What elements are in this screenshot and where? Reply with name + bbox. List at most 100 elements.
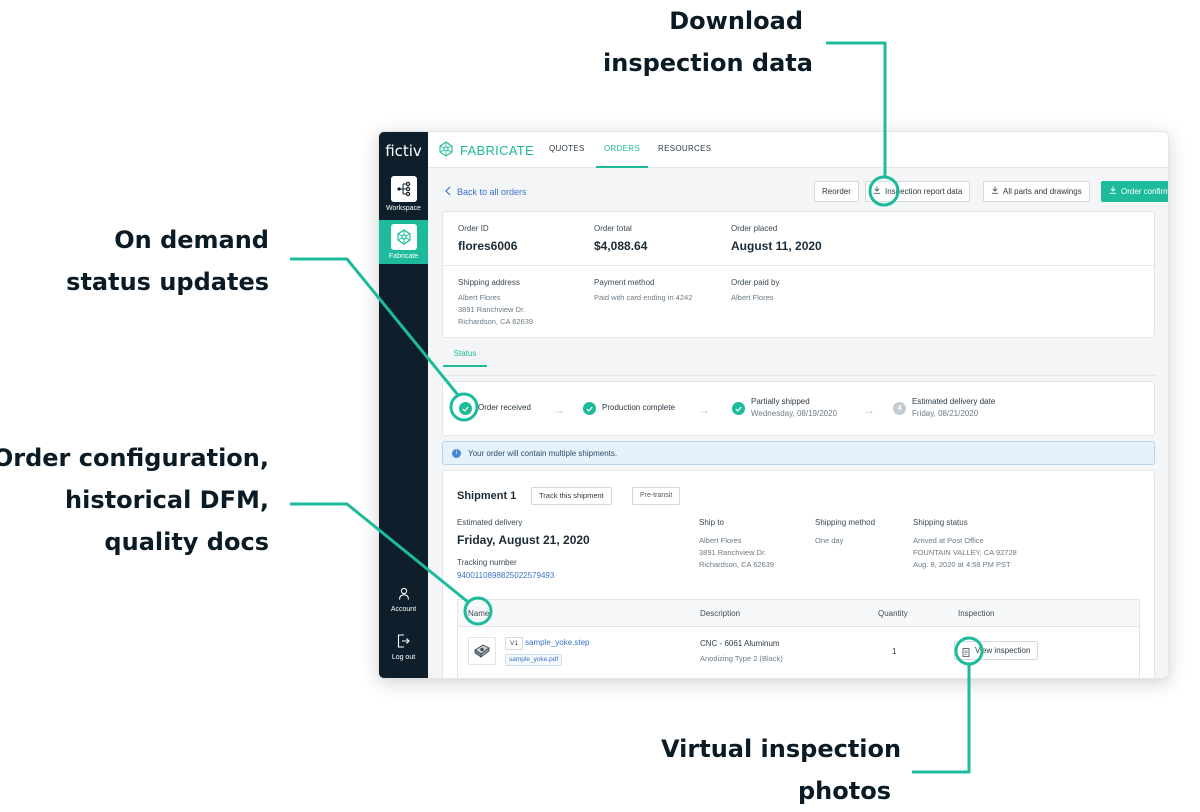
order-id-label: Order ID	[458, 224, 489, 233]
version-badge: V1	[505, 637, 523, 650]
sidebar-item-label: Account	[390, 606, 417, 613]
download-icon	[1109, 182, 1117, 201]
tab-resources[interactable]: RESOURCES	[658, 132, 711, 168]
status-tracker: Order received → Production complete → P…	[442, 381, 1155, 436]
callout-line: status updates	[66, 268, 269, 296]
step-partially-shipped: Partially shipped Wednesday, 08/19/2020	[732, 395, 837, 420]
callout-line: historical DFM,	[65, 486, 269, 514]
step-text: Estimated delivery date Friday, 08/21/20…	[912, 396, 995, 420]
order-paid-by: Albert Flores	[731, 293, 774, 302]
shipping-method: One day	[815, 536, 844, 545]
callout-order-configuration: Order configuration, historical DFM, qua…	[0, 437, 269, 563]
address-line: Richardson, CA 62639	[699, 560, 775, 569]
callout-virtual-inspection: Virtual inspection photos	[661, 728, 902, 812]
step-label: Production complete	[602, 403, 675, 412]
track-shipment-button[interactable]: Track this shipment	[531, 487, 612, 505]
step-date: Friday, 08/21/2020	[912, 409, 979, 418]
sidebar: fictiv Workspace Fabricate Account Log o…	[379, 132, 428, 678]
sidebar-item-label: Log out	[391, 654, 416, 661]
app-window: fictiv Workspace Fabricate Account Log o…	[378, 131, 1169, 679]
inspection-report-button[interactable]: Inspection report data	[865, 181, 971, 202]
tab-status[interactable]: Status	[443, 349, 487, 367]
chevron-left-icon	[445, 186, 451, 198]
notice-text: Your order will contain multiple shipmen…	[468, 448, 618, 458]
sidebar-item-logout[interactable]: Log out	[379, 630, 428, 661]
step-estimated-delivery: 4 Estimated delivery date Friday, 08/21/…	[893, 395, 995, 420]
sidebar-item-workspace[interactable]: Workspace	[379, 176, 428, 212]
callout-line: Virtual inspection	[661, 735, 902, 763]
person-icon	[391, 582, 417, 604]
drawing-file-link[interactable]: sample_yoke.pdf	[505, 654, 563, 666]
callout-download-inspection: Download inspection data	[603, 0, 813, 84]
address-line: Albert Flores	[699, 536, 742, 545]
info-icon: i	[452, 448, 461, 458]
shipment-title: Shipment 1	[457, 490, 517, 502]
order-total-label: Order total	[594, 224, 632, 233]
cube-network-icon	[390, 224, 417, 250]
column-header-name: Name	[468, 609, 490, 618]
estimated-delivery-label: Estimated delivery	[457, 518, 523, 527]
part-material: CNC - 6061 Aluminum	[700, 639, 780, 648]
all-parts-button[interactable]: All parts and drawings	[983, 181, 1090, 202]
tracking-number-label: Tracking number	[457, 558, 517, 567]
check-icon	[583, 402, 596, 415]
reorder-button[interactable]: Reorder	[814, 181, 859, 202]
status-line: Aug. 8, 2020 at 4:58 PM PST	[913, 560, 1011, 569]
callout-line: inspection data	[603, 49, 813, 77]
back-to-orders-link[interactable]: Back to all orders	[445, 186, 527, 198]
order-paid-by-label: Order paid by	[731, 278, 780, 287]
tab-orders[interactable]: ORDERS	[596, 132, 648, 168]
callout-line: quality docs	[104, 528, 269, 556]
button-label: View inspection	[975, 646, 1031, 655]
status-line: Arrived at Post Office	[913, 536, 984, 545]
step-date: Wednesday, 08/19/2020	[751, 409, 837, 418]
tab-divider	[443, 375, 1156, 376]
shipping-address-label: Shipping address	[458, 278, 520, 287]
column-header-quantity: Quantity	[878, 609, 908, 618]
ship-to-label: Ship to	[699, 518, 724, 527]
step-number-icon: 4	[893, 402, 906, 415]
check-icon	[732, 402, 745, 415]
callout-status-updates: On demand status updates	[66, 219, 269, 303]
order-detail: Back to all orders Reorder Inspection re…	[428, 168, 1168, 678]
address-line: 3891 Ranchview Dr.	[699, 548, 767, 557]
divider	[443, 265, 1154, 266]
order-placed-label: Order placed	[731, 224, 778, 233]
view-inspection-button[interactable]: View inspection	[954, 641, 1039, 660]
order-total: $4,088.64	[594, 239, 648, 253]
callout-line: Order configuration,	[0, 444, 269, 472]
sidebar-item-account[interactable]: Account	[379, 582, 428, 613]
estimated-delivery: Friday, August 21, 2020	[457, 533, 590, 547]
part-thumbnail[interactable]	[468, 637, 496, 665]
payment-method: Paid with card ending in 4242	[594, 293, 693, 302]
logout-icon	[391, 630, 417, 652]
sidebar-item-label: Fabricate	[388, 253, 419, 260]
part-finish: Anodizing Type 2 (Black)	[700, 654, 783, 663]
fabricate-brand[interactable]: FABRICATE	[438, 141, 534, 160]
part-file-link[interactable]: sample_yoke.step	[525, 638, 589, 647]
tracking-number-link[interactable]: 9400110898825022579493	[457, 571, 554, 580]
tab-quotes[interactable]: QUOTES	[549, 132, 585, 168]
back-link-label: Back to all orders	[457, 187, 527, 197]
column-header-description: Description	[700, 609, 741, 618]
multiple-shipments-notice: i Your order will contain multiple shipm…	[442, 441, 1155, 465]
status-line: FOUNTAIN VALLEY, CA 92728	[913, 548, 1017, 557]
button-label: Order confirmation	[1121, 187, 1168, 196]
status-badge: Pre-transit	[632, 487, 681, 505]
order-confirmation-button[interactable]: Order confirmation	[1101, 181, 1168, 202]
connector-virtual	[912, 665, 971, 774]
fictiv-logo[interactable]: fictiv	[379, 142, 428, 160]
part-quantity: 1	[892, 647, 897, 656]
sidebar-item-fabricate[interactable]: Fabricate	[379, 220, 428, 264]
step-order-received: Order received	[459, 395, 531, 415]
shipment-card: Shipment 1 Track this shipment Pre-trans…	[442, 470, 1155, 678]
shipping-method-label: Shipping method	[815, 518, 876, 527]
parts-table: Name Description Quantity Inspection V1 …	[457, 599, 1140, 678]
brand-label: FABRICATE	[460, 143, 534, 158]
table-header	[458, 600, 1139, 627]
button-label: Reorder	[822, 187, 851, 196]
download-icon	[991, 182, 999, 201]
shipping-status-label: Shipping status	[913, 518, 968, 527]
arrow-right-icon: →	[863, 403, 875, 417]
step-label: Partially shipped	[751, 397, 810, 406]
